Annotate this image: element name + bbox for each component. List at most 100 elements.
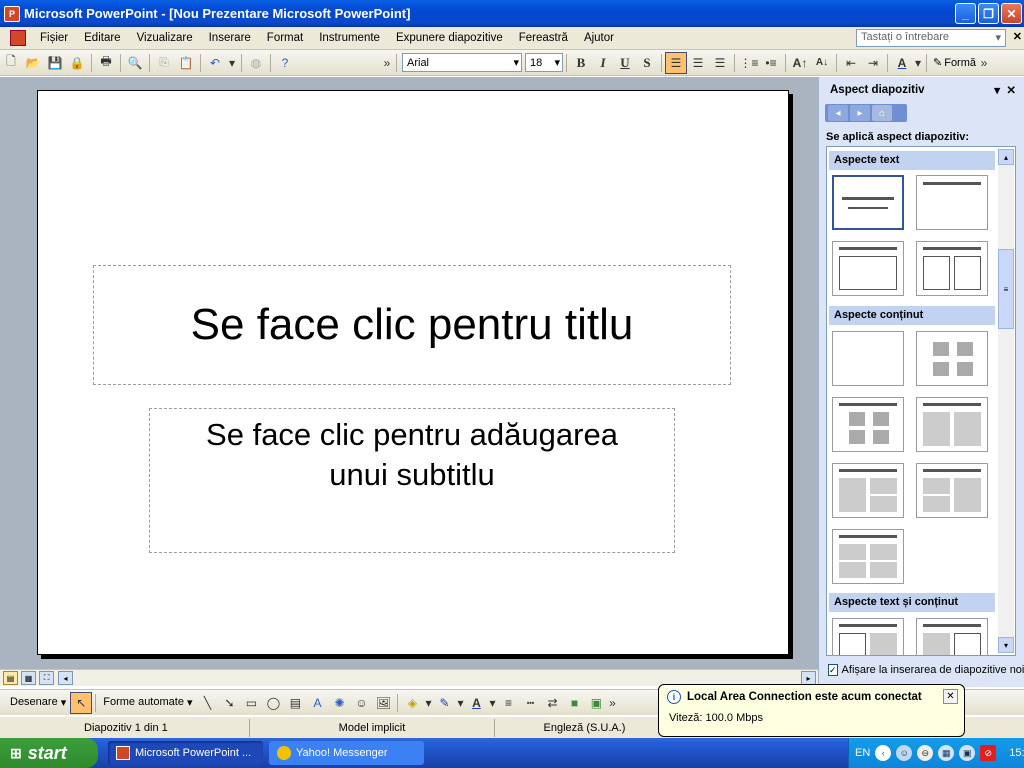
textbox-icon[interactable]: ▤ xyxy=(284,692,306,714)
scroll-down-icon[interactable]: ▾ xyxy=(998,637,1014,653)
arrow-icon[interactable]: ➘ xyxy=(218,692,240,714)
menu-tools[interactable]: Instrumente xyxy=(311,27,388,50)
underline-button[interactable]: U xyxy=(614,52,636,74)
menu-slideshow[interactable]: Expunere diapozitive xyxy=(388,27,511,50)
subtitle-placeholder[interactable]: Se face clic pentru adăugarea unui subti… xyxy=(149,408,675,553)
layout-title-only[interactable] xyxy=(916,175,988,230)
align-center-icon[interactable]: ☰ xyxy=(687,52,709,74)
chevron-down-icon[interactable]: ▾ xyxy=(455,692,465,714)
layout-title-content-and-text[interactable] xyxy=(916,618,988,655)
start-button[interactable]: ⊞ start xyxy=(0,738,98,768)
paste-icon[interactable]: 📋 xyxy=(175,52,197,74)
layout-gallery-scrollbar[interactable]: ▴ ≡ ▾ xyxy=(998,149,1014,653)
document-icon[interactable] xyxy=(10,30,26,46)
menu-help[interactable]: Ajutor xyxy=(576,27,622,50)
menu-insert[interactable]: Inserare xyxy=(201,27,259,50)
language-indicator[interactable]: EN xyxy=(855,747,870,759)
diagram-icon[interactable]: ✺ xyxy=(328,692,350,714)
layout-title-slide[interactable] xyxy=(832,175,904,230)
increase-indent-icon[interactable]: ⇥ xyxy=(862,52,884,74)
print-icon[interactable]: 🖶 xyxy=(95,52,117,74)
decrease-font-icon[interactable]: A↓ xyxy=(811,52,833,74)
layout-title-text-and-content[interactable] xyxy=(832,618,904,655)
bullets-icon[interactable]: •≡ xyxy=(760,52,782,74)
powerpoint-app-icon[interactable]: P xyxy=(4,5,20,22)
3d-style-icon[interactable]: ▣ xyxy=(585,692,607,714)
font-name-select[interactable]: Arial ▾ xyxy=(402,53,522,72)
line-style-icon[interactable]: ≡ xyxy=(497,692,519,714)
expand-tray-icon[interactable]: ‹ xyxy=(875,745,892,761)
home-icon[interactable]: ⌂ xyxy=(872,105,892,121)
font-size-select[interactable]: 18 ▾ xyxy=(525,53,563,72)
increase-font-icon[interactable]: A↑ xyxy=(789,52,811,74)
scroll-thumb[interactable]: ≡ xyxy=(998,249,1014,329)
menu-window[interactable]: Fereastră xyxy=(511,27,576,50)
menu-view[interactable]: Vizualizare xyxy=(129,27,201,50)
clipart-icon[interactable]: ☺ xyxy=(350,692,372,714)
picture-icon[interactable]: 🖼 xyxy=(372,692,394,714)
messenger-tray-icon[interactable]: ☺ xyxy=(896,745,913,761)
new-icon[interactable]: 🗋 xyxy=(0,52,22,74)
chevron-down-icon[interactable]: ▾ xyxy=(487,692,497,714)
toolbar-options-icon[interactable]: » xyxy=(382,52,392,74)
show-on-insert-checkbox[interactable]: ✓ Afișare la inserarea de diapozitive no… xyxy=(828,664,1024,676)
layout-title-four-content[interactable] xyxy=(832,529,904,584)
bold-button[interactable]: B xyxy=(570,52,592,74)
menu-file[interactable]: Fișier xyxy=(32,27,76,50)
menu-format[interactable]: Format xyxy=(259,27,311,50)
taskbar-item-messenger[interactable]: Yahoo! Messenger xyxy=(269,741,424,765)
slideshow-view-icon[interactable]: ⛶ xyxy=(39,671,54,685)
layout-blank[interactable] xyxy=(832,331,904,386)
security-tray-icon[interactable]: ⊘ xyxy=(980,745,997,761)
font-color-icon[interactable]: A xyxy=(465,692,487,714)
close-pane-icon[interactable]: ✕ xyxy=(1006,83,1016,97)
taskbar-item-powerpoint[interactable]: Microsoft PowerPoint ... xyxy=(108,741,263,765)
ask-question-input[interactable]: Tastați o întrebare ▾ xyxy=(856,29,1006,47)
undo-dropdown-icon[interactable]: ▾ xyxy=(226,52,238,74)
shadow-style-icon[interactable]: ■ xyxy=(563,692,585,714)
font-color-icon[interactable]: A xyxy=(891,52,913,74)
back-icon[interactable]: ◂ xyxy=(828,105,848,121)
status-tray-icon[interactable]: ⊖ xyxy=(917,745,934,761)
line-color-icon[interactable]: ✎ xyxy=(433,692,455,714)
title-placeholder[interactable]: Se face clic pentru titlu xyxy=(93,265,731,385)
research-icon[interactable]: 🔍 xyxy=(124,52,146,74)
rectangle-icon[interactable]: ▭ xyxy=(240,692,262,714)
normal-view-icon[interactable]: ▤ xyxy=(3,671,18,685)
layout-title-content-over-content[interactable] xyxy=(832,463,904,518)
scroll-right-icon[interactable]: ▸ xyxy=(801,671,816,685)
balloon-close-button[interactable]: ✕ xyxy=(943,689,958,704)
numbering-icon[interactable]: ⋮≡ xyxy=(738,52,760,74)
chart-icon[interactable]: ◍ xyxy=(245,52,267,74)
decrease-indent-icon[interactable]: ⇤ xyxy=(840,52,862,74)
forward-icon[interactable]: ▸ xyxy=(850,105,870,121)
italic-button[interactable]: I xyxy=(592,52,614,74)
draw-menu-button[interactable]: Desenare ▾ xyxy=(0,696,70,709)
slide-sorter-view-icon[interactable]: ▦ xyxy=(21,671,36,685)
wordart-icon[interactable]: A xyxy=(306,692,328,714)
save-icon[interactable]: 💾 xyxy=(44,52,66,74)
chevron-down-icon[interactable]: ▾ xyxy=(994,83,1000,97)
select-objects-icon[interactable]: ↖ xyxy=(70,691,93,714)
fill-color-icon[interactable]: ◈ xyxy=(401,692,423,714)
layout-title-two-columns[interactable] xyxy=(916,241,988,296)
scroll-up-icon[interactable]: ▴ xyxy=(998,149,1014,165)
layout-content[interactable] xyxy=(916,331,988,386)
close-window-button[interactable]: ✕ xyxy=(1001,3,1022,24)
align-left-icon[interactable]: ☰ xyxy=(665,51,687,74)
dash-style-icon[interactable]: ┅ xyxy=(519,692,541,714)
arrow-style-icon[interactable]: ⇄ xyxy=(541,692,563,714)
restore-button[interactable]: ❐ xyxy=(978,3,999,24)
layout-title-two-content[interactable] xyxy=(916,397,988,452)
network-connection-icon[interactable]: ▣ xyxy=(959,745,976,761)
oval-icon[interactable]: ◯ xyxy=(262,692,284,714)
line-icon[interactable]: ╲ xyxy=(196,692,218,714)
align-right-icon[interactable]: ☰ xyxy=(709,52,731,74)
open-icon[interactable]: 📂 xyxy=(22,52,44,74)
scroll-left-icon[interactable]: ◂ xyxy=(58,671,73,685)
layout-title-and-content[interactable] xyxy=(832,397,904,452)
network-tray-icon[interactable]: ▦ xyxy=(938,745,955,761)
toolbar-options-icon[interactable]: » xyxy=(607,692,617,714)
minimize-button[interactable]: _ xyxy=(955,3,976,24)
close-document-icon[interactable]: ✕ xyxy=(1013,30,1022,43)
